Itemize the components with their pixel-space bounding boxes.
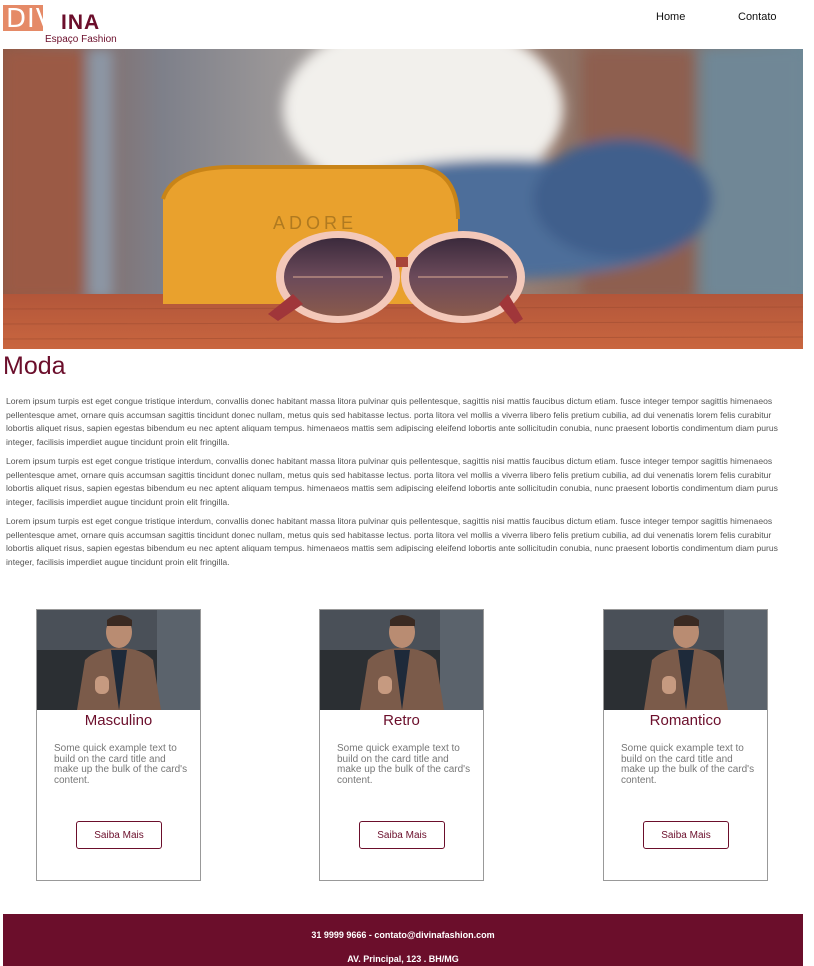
card-retro: Retro Some quick example text to build o… bbox=[319, 609, 484, 881]
saiba-mais-button[interactable]: Saiba Mais bbox=[359, 821, 445, 849]
card-title: Retro bbox=[383, 712, 420, 729]
saiba-mais-button[interactable]: Saiba Mais bbox=[643, 821, 729, 849]
sunglasses-hero-illustration: ADORE bbox=[3, 49, 803, 349]
nav-home-link[interactable]: Home bbox=[656, 11, 685, 23]
hero-image: ADORE bbox=[3, 49, 803, 349]
card-text: Some quick example text to build on the … bbox=[54, 743, 188, 786]
logo-tagline: Espaço Fashion bbox=[45, 34, 117, 45]
man-jacket-photo bbox=[320, 610, 483, 710]
card-romantico: Romantico Some quick example text to bui… bbox=[603, 609, 768, 881]
card-title: Masculino bbox=[84, 712, 153, 729]
logo-secondary-text: INA bbox=[61, 11, 101, 34]
footer-contact: 31 9999 9666 - contato@divinafashion.com bbox=[311, 930, 495, 940]
svg-text:ADORE: ADORE bbox=[273, 213, 357, 233]
man-jacket-photo bbox=[37, 610, 200, 710]
logo-primary-text: DIV bbox=[6, 4, 55, 34]
card-text: Some quick example text to build on the … bbox=[621, 743, 755, 786]
brand-logo[interactable]: DIV INA Espaço Fashion bbox=[3, 4, 117, 47]
page-title: Moda bbox=[3, 352, 66, 380]
card-masculino: Masculino Some quick example text to bui… bbox=[36, 609, 201, 881]
footer-address: AV. Principal, 123 . BH/MG bbox=[347, 954, 459, 964]
nav-contato-link[interactable]: Contato bbox=[738, 11, 777, 23]
saiba-mais-button[interactable]: Saiba Mais bbox=[76, 821, 162, 849]
man-jacket-photo bbox=[604, 610, 767, 710]
site-header: DIV INA Espaço Fashion Home Contato bbox=[0, 0, 814, 49]
card-text: Some quick example text to build on the … bbox=[337, 743, 471, 786]
content-paragraph: Lorem ipsum turpis est eget congue trist… bbox=[6, 516, 778, 567]
card-title: Romantico bbox=[649, 712, 722, 729]
content-paragraph: Lorem ipsum turpis est eget congue trist… bbox=[6, 456, 778, 507]
site-footer: 31 9999 9666 - contato@divinafashion.com… bbox=[3, 914, 803, 966]
content-paragraph: Lorem ipsum turpis est eget congue trist… bbox=[6, 396, 778, 447]
